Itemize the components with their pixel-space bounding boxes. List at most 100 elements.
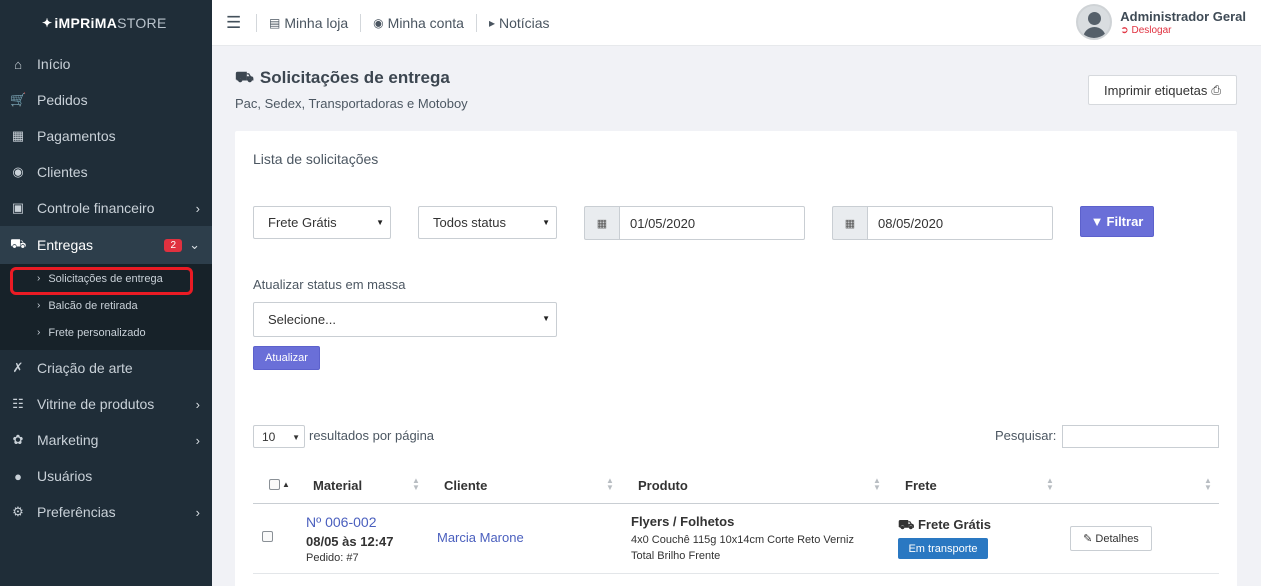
topbar-link-label: Minha loja — [284, 14, 349, 31]
material-id-link[interactable]: Nº 006-002 — [306, 514, 377, 530]
caret-right-icon: › — [37, 327, 41, 338]
page-length-select[interactable]: 10 ▼ — [253, 425, 305, 448]
sidebar-item-pedidos[interactable]: 🛒 Pedidos — [0, 82, 212, 118]
date-to-input[interactable]: 08/05/2020 — [867, 206, 1053, 240]
user-circle-icon: ◉ — [12, 164, 24, 179]
sidebar-nav: ⌂ Início 🛒 Pedidos ▦ Pagamentos ◉ Client… — [0, 46, 212, 264]
sidebar-item-inicio[interactable]: ⌂ Início — [0, 46, 212, 82]
avatar-head — [1088, 12, 1102, 25]
sidebar-item-entregas[interactable]: ⛟ Entregas 2 ⌄ — [0, 226, 212, 264]
calendar-icon: ▦ — [584, 206, 619, 240]
gears-icon: ⚙ — [12, 504, 24, 519]
client-link[interactable]: Marcia Marone — [437, 530, 524, 545]
frete-select[interactable]: Frete Grátis ▼ — [253, 206, 391, 239]
bulk-update-button[interactable]: Atualizar — [253, 346, 320, 370]
store-icon: ▤ — [269, 15, 281, 30]
column-header-cliente[interactable]: Cliente — [444, 478, 487, 493]
details-button[interactable]: ✎ Detalhes — [1070, 526, 1152, 551]
bulk-update-label: Atualizar status em massa — [253, 277, 406, 292]
topbar-link-label: Minha conta — [387, 14, 464, 31]
page-subtitle: Pac, Sedex, Transportadoras e Motoboy — [235, 96, 468, 111]
order-number: Pedido: #7 — [306, 552, 359, 564]
entregas-count-badge: 2 — [164, 238, 182, 252]
bulk-status-select-value: Selecione... — [268, 312, 336, 327]
sidebar-item-preferencias[interactable]: ⚙ Preferências › — [0, 494, 212, 530]
subitem-balcao-de-retirada[interactable]: › Balcão de retirada — [0, 292, 212, 319]
file-icon: ▦ — [11, 128, 25, 143]
status-select[interactable]: Todos status ▼ — [418, 206, 557, 239]
sort-icon[interactable]: ▲ ▼ — [873, 477, 881, 492]
sidebar-item-clientes[interactable]: ◉ Clientes — [0, 154, 212, 190]
leaf-icon: ✿ — [12, 432, 24, 447]
user-menu[interactable]: Administrador Geral ➲ Deslogar — [1076, 4, 1246, 40]
truck-icon: ⛟ — [898, 517, 915, 532]
frete-select-value: Frete Grátis — [268, 215, 337, 230]
sidebar-item-criacao-de-arte[interactable]: ✗ Criação de arte — [0, 350, 212, 386]
print-labels-button[interactable]: Imprimir etiquetas ⎙ — [1088, 75, 1237, 105]
topbar-link-minha-conta[interactable]: ◉ Minha conta — [373, 15, 464, 31]
row-checkbox[interactable] — [262, 531, 273, 542]
details-button-label: Detalhes — [1095, 532, 1139, 545]
brand-logo[interactable]: ✦ iMPRiMA STORE — [0, 0, 212, 46]
filter-button[interactable]: ▼ Filtrar — [1080, 206, 1154, 237]
column-header-material[interactable]: Material — [313, 478, 362, 493]
search-input[interactable] — [1062, 425, 1219, 448]
column-header-frete[interactable]: Frete — [905, 478, 937, 493]
date-from-group: ▦ 01/05/2020 — [584, 206, 805, 240]
table-header: ▲ Material ▲ ▼ Cliente ▲ ▼ Produto ▲ ▼ Fret… — [253, 471, 1219, 504]
topbar-link-minha-loja[interactable]: ▤ Minha loja — [269, 15, 348, 31]
sidebar-item-usuarios[interactable]: ● Usuários — [0, 458, 212, 494]
subitem-frete-personalizado[interactable]: › Frete personalizado — [0, 319, 212, 346]
sidebar-item-label: Controle financeiro — [37, 200, 155, 216]
bulk-update-button-label: Atualizar — [265, 352, 308, 364]
sitemap-icon: ☷ — [12, 396, 24, 411]
divider — [360, 13, 362, 32]
page-length-label: resultados por página — [309, 428, 435, 443]
table-row: Nº 006-002 08/05 às 12:47 Pedido: #7 Mar… — [253, 504, 1219, 574]
bank-icon: ▣ — [11, 200, 25, 215]
brand-name-light: STORE — [117, 15, 167, 31]
dropdown-arrow-icon: ▼ — [376, 218, 384, 227]
truck-icon: ⛟ — [235, 68, 254, 86]
tools-icon: ✗ — [12, 360, 24, 375]
sidebar-item-label: Vitrine de produtos — [37, 396, 155, 412]
cart-icon: 🛒 — [10, 92, 27, 107]
status-select-value: Todos status — [433, 215, 506, 230]
divider — [475, 13, 477, 32]
select-all-checkbox[interactable] — [269, 479, 280, 490]
logout-link[interactable]: ➲ Deslogar — [1120, 25, 1246, 36]
date-from-input[interactable]: 01/05/2020 — [619, 206, 805, 240]
chevron-right-icon: › — [195, 432, 200, 448]
sidebar-item-label: Pedidos — [37, 92, 88, 108]
sidebar-item-vitrine-de-produtos[interactable]: ☷ Vitrine de produtos › — [0, 386, 212, 422]
edit-icon: ✎ — [1083, 533, 1093, 545]
filter-icon: ▼ — [1090, 214, 1104, 229]
sidebar-item-pagamentos[interactable]: ▦ Pagamentos — [0, 118, 212, 154]
bulk-status-select[interactable]: Selecione... ▼ — [253, 302, 557, 337]
column-header-produto[interactable]: Produto — [638, 478, 688, 493]
sidebar-item-label: Pagamentos — [37, 128, 116, 144]
logout-label: Deslogar — [1131, 24, 1172, 36]
user-circle-icon: ◉ — [373, 15, 384, 30]
sidebar-item-marketing[interactable]: ✿ Marketing › — [0, 422, 212, 458]
page-length-value: 10 — [262, 429, 276, 444]
sidebar-item-controle-financeiro[interactable]: ▣ Controle financeiro › — [0, 190, 212, 226]
page-title-text: Solicitações de entrega — [259, 68, 450, 87]
sort-icon[interactable]: ▲ ▼ — [1204, 477, 1212, 492]
avatar — [1076, 4, 1113, 40]
sidebar-item-label: Preferências — [37, 504, 116, 520]
shipping-type: ⛟ Frete Grátis — [898, 517, 991, 535]
user-name: Administrador Geral — [1120, 8, 1246, 24]
sort-icon[interactable]: ▲ ▼ — [606, 477, 614, 492]
home-icon: ⌂ — [14, 56, 22, 72]
card-title: Lista de solicitações — [253, 151, 379, 167]
male-icon: ● — [14, 468, 22, 484]
hamburger-menu-icon[interactable]: ☰ — [226, 13, 244, 33]
sort-icon[interactable]: ▲ ▼ — [1046, 477, 1054, 492]
topbar-link-noticias[interactable]: ▸ Notícias — [489, 15, 550, 31]
shipping-type-label: Frete Grátis — [917, 517, 991, 532]
sidebar-item-label: Clientes — [37, 164, 88, 180]
sort-asc-icon[interactable]: ▲ — [282, 480, 290, 489]
sort-icon[interactable]: ▲ ▼ — [412, 477, 420, 492]
requests-card: Lista de solicitações Frete Grátis ▼ Tod… — [235, 131, 1237, 586]
